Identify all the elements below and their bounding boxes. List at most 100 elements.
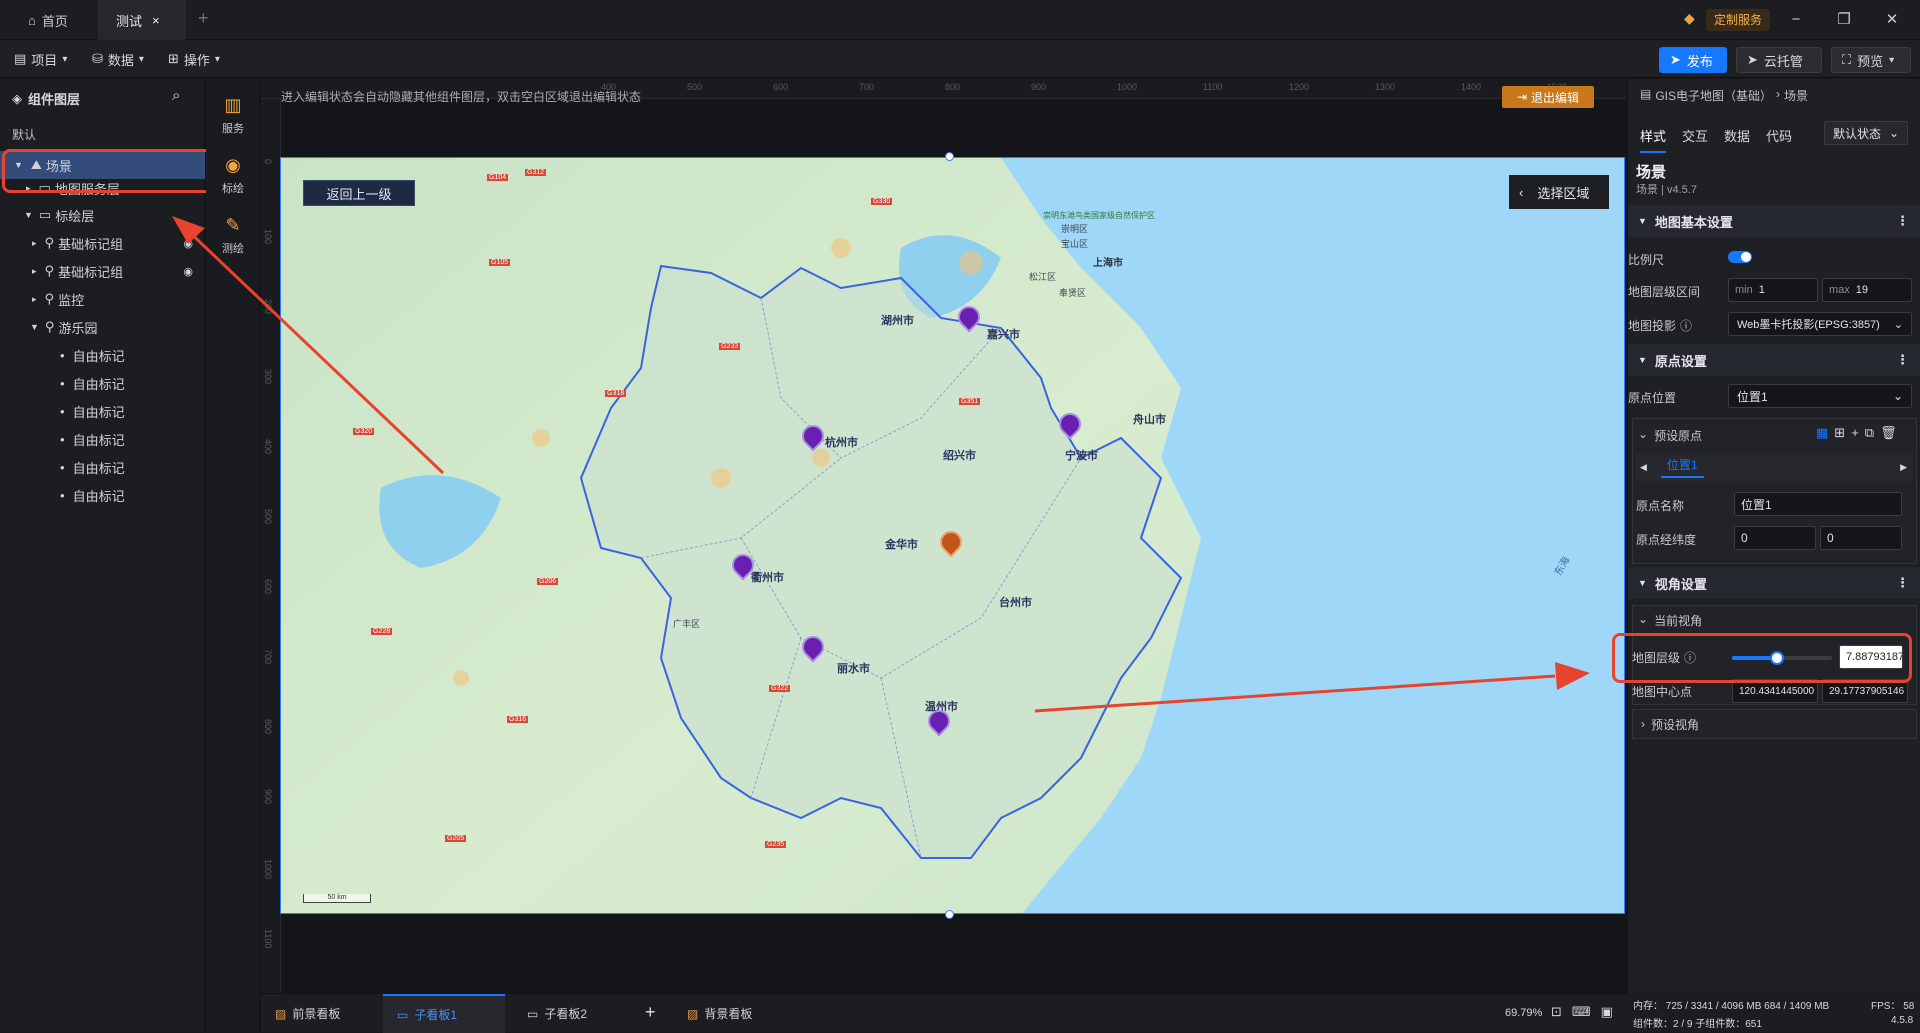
zoom-max-input[interactable]: max 19	[1822, 278, 1912, 302]
cloud-button[interactable]: ➤ 云托管	[1736, 47, 1822, 73]
tree-item-marker-group[interactable]: ▸ ⚲ 基础标记组 ◉	[0, 229, 205, 257]
menu-data[interactable]: ⛁ 数据 ▾	[92, 48, 144, 70]
map-marker[interactable]	[953, 301, 985, 334]
plot-tool-label: 标绘	[222, 182, 244, 195]
board-tab-background[interactable]: ▨ 背景看板	[673, 994, 766, 1033]
zoom-min-input[interactable]: min 1	[1728, 278, 1818, 302]
caret-down-icon: ▼	[1638, 578, 1647, 588]
tree-item-monitor[interactable]: ▸ ⚲ 监控	[0, 285, 205, 313]
keyboard-icon[interactable]: ⌨	[1572, 1004, 1591, 1020]
add-tab-icon[interactable]: +	[198, 8, 209, 29]
service-tool[interactable]: ▥ 服务	[206, 85, 260, 145]
copy-icon[interactable]: ⧉	[1865, 425, 1874, 441]
map-marker[interactable]	[1054, 408, 1086, 441]
tab-interact[interactable]: 交互	[1682, 126, 1708, 153]
map-marker[interactable]	[797, 631, 829, 664]
measure-tool[interactable]: ✎ 测绘	[206, 205, 260, 265]
tree-item-free-marker[interactable]: • 自由标记	[0, 341, 205, 369]
caret-right-icon: ▸	[32, 293, 37, 304]
plot-tool[interactable]: ◉ 标绘	[206, 145, 260, 205]
tree-item-park[interactable]: ▼ ⚲ 游乐园	[0, 313, 205, 341]
state-select[interactable]: 默认状态 ⌄	[1824, 121, 1908, 145]
layers-icon: ◈	[12, 90, 22, 106]
more-icon[interactable]: ⋮	[1896, 213, 1909, 229]
scale-bar-toggle[interactable]	[1728, 251, 1752, 263]
tab-home[interactable]: ⌂ 首页	[10, 0, 86, 40]
origin-lng-input[interactable]: 0	[1734, 526, 1816, 550]
more-icon[interactable]: ⋮	[1896, 352, 1909, 368]
restore-icon[interactable]: ❐	[1832, 8, 1856, 32]
eye-off-icon[interactable]: ◉	[183, 265, 193, 278]
map-view[interactable]: 返回上一级 ‹ 选择区域 湖州市 嘉兴市 杭州市 绍兴市 宁波市 舟山市 金华市…	[280, 157, 1625, 914]
delete-icon[interactable]: 🗑	[1880, 425, 1897, 441]
tab-style[interactable]: 样式	[1640, 126, 1667, 153]
help-icon[interactable]: ⓘ	[1680, 317, 1692, 334]
map-label: 奉贤区	[1059, 288, 1087, 298]
menu-ops[interactable]: ⊞ 操作 ▾	[168, 48, 220, 70]
projection-select[interactable]: Web墨卡托投影(EPSG:3857) ⌄	[1728, 312, 1912, 336]
section-map-basic[interactable]: ▼ 地图基本设置 ⋮	[1628, 205, 1920, 237]
table-icon[interactable]: ▦	[1816, 425, 1828, 441]
tree-item-free-marker[interactable]: • 自由标记	[0, 453, 205, 481]
minimize-icon[interactable]: −	[1784, 8, 1808, 32]
map-marker[interactable]	[923, 705, 955, 738]
caret-right-icon[interactable]: ▶	[1900, 462, 1907, 473]
preset-origin-header[interactable]: ⌄ 预设原点	[1638, 427, 1702, 444]
tab-data[interactable]: 数据	[1724, 126, 1750, 153]
resize-handle[interactable]	[945, 910, 954, 919]
tree-item-free-marker[interactable]: • 自由标记	[0, 369, 205, 397]
select-area-button[interactable]: ‹ 选择区域	[1509, 175, 1609, 209]
origin-lnglat-label: 原点经纬度	[1636, 533, 1697, 547]
board-tab-child2[interactable]: ▭ 子看板2	[513, 994, 601, 1033]
map-marker[interactable]	[797, 420, 829, 453]
canvas-zoom-level[interactable]: 69.79%	[1505, 1007, 1542, 1019]
section-view[interactable]: ▼ 视角设置 ⋮	[1628, 567, 1920, 599]
preset-view-header[interactable]: › 预设视角	[1632, 709, 1917, 739]
tree-item-free-marker[interactable]: • 自由标记	[0, 425, 205, 453]
tab-code[interactable]: 代码	[1766, 126, 1792, 153]
cloud-label: 云托管	[1763, 53, 1803, 69]
add-icon[interactable]: +	[1851, 425, 1859, 441]
origin-pos-select[interactable]: 位置1 ⌄	[1728, 384, 1912, 408]
window-close-icon[interactable]: ✕	[1880, 8, 1904, 32]
tab-current[interactable]: 测试 ×	[98, 0, 186, 40]
layout-icon[interactable]: ⊞	[1834, 425, 1845, 441]
preview-button[interactable]: ⛶ 预览 ▾	[1831, 47, 1911, 73]
current-view-header[interactable]: ⌄ 当前视角	[1638, 612, 1702, 629]
origin-name-input[interactable]: 位置1	[1734, 492, 1902, 516]
publish-button[interactable]: ➤ 发布	[1659, 47, 1727, 73]
board-tab-foreground[interactable]: ▨ 前景看板	[261, 994, 354, 1033]
breadcrumb-root[interactable]: GIS电子地图（基础）	[1655, 87, 1772, 104]
road-shield: G105	[489, 259, 511, 266]
back-button[interactable]: 返回上一级	[303, 180, 415, 206]
add-board-icon[interactable]: +	[645, 1002, 656, 1023]
fit-screen-icon[interactable]: ⊡	[1551, 1004, 1562, 1020]
preset-tab[interactable]: 位置1	[1660, 456, 1704, 478]
tree-item-marker-group[interactable]: ▸ ⚲ 基础标记组 ◉	[0, 257, 205, 285]
bullet-icon: •	[60, 375, 65, 391]
city-label: 绍兴市	[943, 450, 976, 462]
road-shield: G205	[445, 835, 467, 842]
custom-service-button[interactable]: 定制服务	[1706, 9, 1771, 31]
close-icon[interactable]: ×	[152, 13, 160, 28]
map-marker[interactable]	[727, 549, 759, 582]
section-origin[interactable]: ▼ 原点设置 ⋮	[1628, 344, 1920, 376]
tree-item-free-marker[interactable]: • 自由标记	[0, 481, 205, 509]
exit-edit-button[interactable]: ⇥ 退出编辑	[1502, 86, 1594, 108]
tree-item-free-marker[interactable]: • 自由标记	[0, 397, 205, 425]
map-marker-alt[interactable]	[935, 526, 967, 559]
origin-lat-input[interactable]: 0	[1820, 526, 1902, 550]
tree-item-plot-layer[interactable]: ▼ ▭ 标绘层	[0, 201, 205, 229]
preset-view-label: 预设视角	[1651, 717, 1700, 732]
eye-off-icon[interactable]: ◉	[183, 237, 193, 250]
city-label: 宁波市	[1065, 450, 1098, 462]
map-label: 上海市	[1093, 258, 1123, 269]
group-default-label: 默认	[12, 128, 37, 142]
caret-left-icon[interactable]: ◀	[1640, 462, 1647, 473]
menu-project[interactable]: ▤ 项目 ▾	[14, 48, 67, 70]
board-tab-child1[interactable]: ▭ 子看板1	[383, 994, 505, 1033]
more-icon[interactable]: ⋮	[1896, 575, 1909, 591]
resize-handle[interactable]	[945, 152, 954, 161]
search-icon[interactable]: ⌕	[172, 87, 180, 104]
terminal-icon[interactable]: ▣	[1601, 1004, 1613, 1020]
